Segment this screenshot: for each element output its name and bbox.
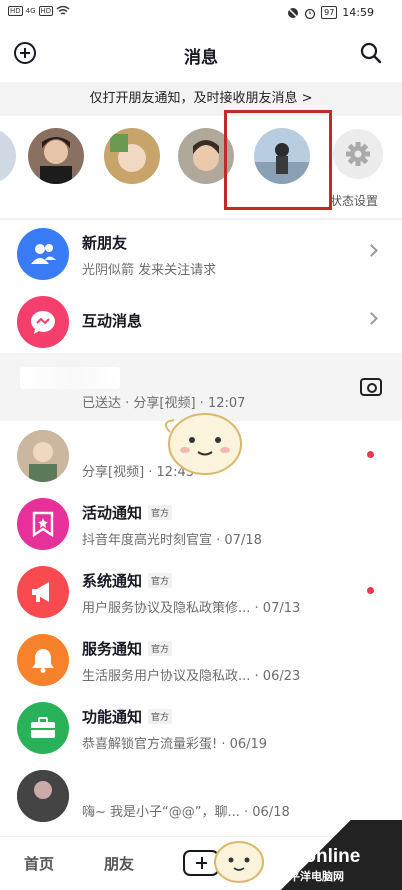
megaphone-icon (17, 566, 69, 618)
highlight-box (224, 110, 332, 210)
row-title-text: 活动通知 (82, 504, 143, 522)
row-title-text: 系统通知 (82, 572, 143, 590)
unread-dot (367, 587, 374, 594)
row-title: 功能通知 官方 (82, 706, 173, 727)
wifi-icon (56, 6, 70, 15)
list-item-feature-notice[interactable]: 功能通知 官方 恭喜解锁官方流量彩蛋! · 06/19 (0, 694, 402, 762)
chevron-right-icon (365, 244, 378, 257)
row-title-text: 功能通知 (82, 708, 143, 726)
status-bar: HD 4G HD 97 14:59 (0, 0, 402, 30)
status-right: 97 14:59 (287, 6, 374, 19)
camera-icon[interactable] (360, 378, 382, 396)
row-subtitle: 嗨~ 我是小子“@@”，聊... · 06/18 (82, 805, 290, 820)
avatar (17, 770, 69, 822)
list-item-system-notice[interactable]: 系统通知 官方 用户服务协议及隐私政策修... · 07/13 (0, 558, 402, 626)
list-item-service-notice[interactable]: 服务通知 官方 生活服务用户协议及隐私政... · 06/23 (0, 626, 402, 694)
status-left: HD 4G HD (8, 6, 70, 16)
official-badge: 官方 (148, 505, 173, 520)
official-badge: 官方 (148, 573, 173, 588)
chat-bubble-icon (17, 296, 69, 348)
row-title: 新朋友 (82, 234, 128, 252)
users-icon (17, 228, 69, 280)
friend-notice-banner[interactable]: 仅打开朋友通知，及时接收朋友消息 > (0, 82, 402, 116)
row-subtitle: 光阴似箭 发来关注请求 (82, 263, 217, 278)
watermark-brand: PConline (278, 846, 361, 867)
blurred-name (20, 367, 120, 389)
avatar (17, 430, 69, 482)
story-avatar[interactable] (0, 128, 16, 184)
bookmark-star-icon (17, 498, 69, 550)
official-badge: 官方 (148, 709, 173, 724)
row-title: 活动通知 官方 (82, 502, 173, 523)
row-subtitle: 恭喜解锁官方流量彩蛋! · 06/19 (82, 737, 268, 752)
search-icon[interactable] (360, 42, 382, 64)
story-avatar[interactable] (28, 128, 84, 184)
bell-icon (17, 634, 69, 686)
battery-indicator: 97 (321, 6, 338, 19)
story-avatar[interactable] (104, 128, 160, 184)
clock: 14:59 (342, 6, 374, 19)
gear-icon (346, 142, 370, 166)
top-bar: 消息 (0, 30, 402, 78)
row-title-text: 服务通知 (82, 640, 143, 658)
alarm-icon (304, 8, 316, 19)
hd-badge-2: HD (38, 6, 54, 16)
nav-home[interactable]: 首页 (24, 853, 54, 874)
watermark-sub: 太平洋电脑网 (278, 870, 344, 883)
row-title: 服务通知 官方 (82, 638, 173, 659)
row-title: 互动消息 (82, 312, 143, 330)
row-title: 系统通知 官方 (82, 570, 173, 591)
status-setting-button[interactable] (333, 129, 383, 179)
row-subtitle: 生活服务用户协议及隐私政... · 06/23 (82, 669, 301, 684)
official-badge: 官方 (148, 641, 173, 656)
list-item-activity-notice[interactable]: 活动通知 官方 抖音年度高光时刻官宣 · 07/18 (0, 490, 402, 558)
mute-icon (288, 7, 299, 18)
status-setting-label: 状态设置 (330, 194, 379, 208)
unread-dot (367, 451, 374, 458)
mascot-sticker (214, 841, 264, 883)
pconline-watermark: PConline 太平洋电脑网 (270, 820, 402, 890)
nav-friends[interactable]: 朋友 (104, 853, 134, 874)
briefcase-icon (17, 702, 69, 754)
chevron-right-icon (365, 312, 378, 325)
hd-badge: HD (8, 6, 23, 16)
row-subtitle: 抖音年度高光时刻官宣 · 07/18 (82, 533, 262, 548)
list-item-interactions[interactable]: 互动消息 (0, 288, 402, 356)
mascot-sticker (164, 413, 242, 475)
row-subtitle: 用户服务协议及隐私政策修... · 07/13 (82, 601, 301, 616)
list-item-new-friends[interactable]: 新朋友 光阴似箭 发来关注请求 (0, 220, 402, 288)
network-label: 4G (25, 7, 36, 15)
page-title: 消息 (184, 48, 218, 68)
